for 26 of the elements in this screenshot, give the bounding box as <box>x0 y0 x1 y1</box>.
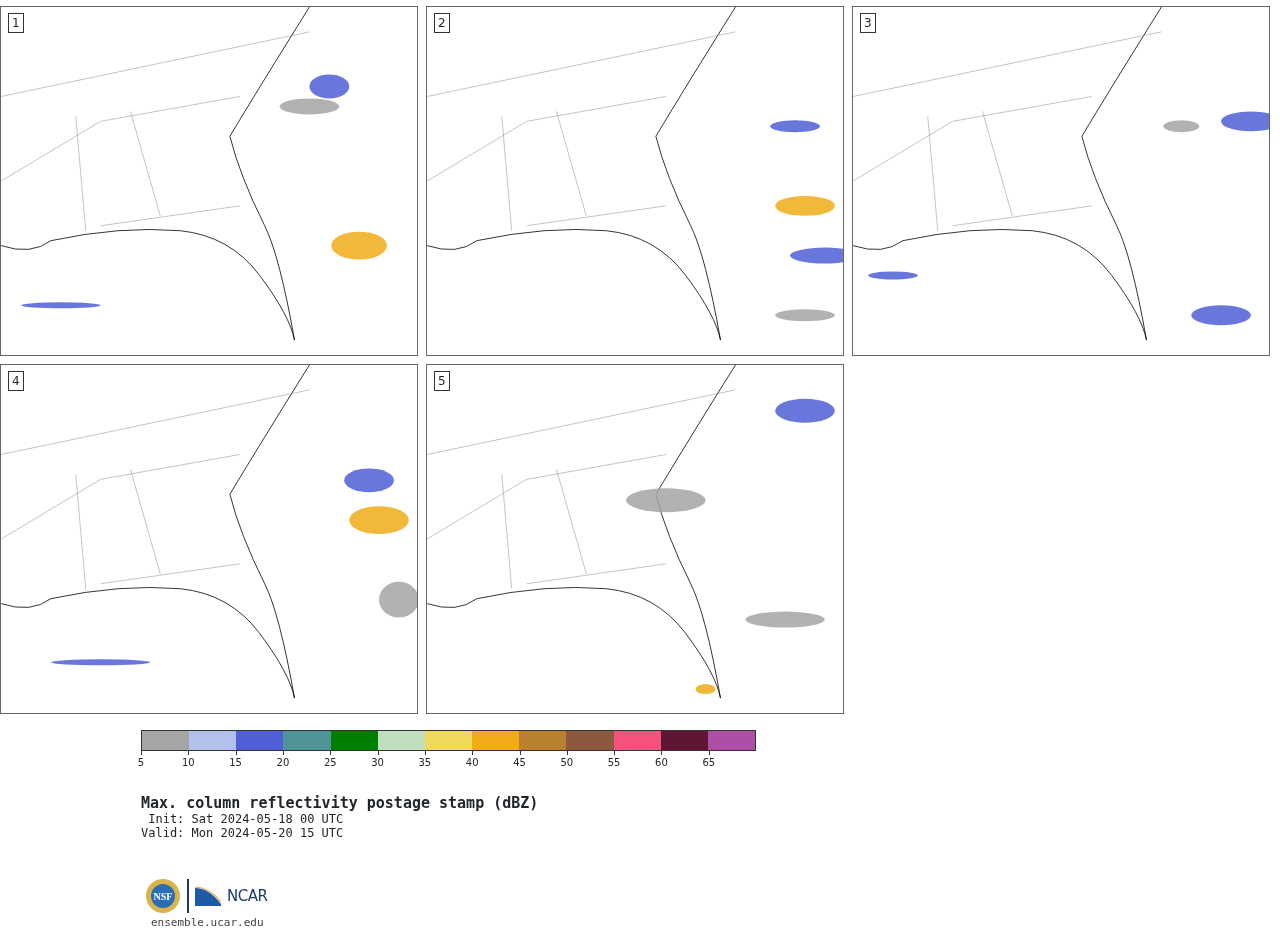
tick-label: 55 <box>607 757 621 769</box>
tick-label: 25 <box>323 757 337 769</box>
site-url: ensemble.ucar.edu <box>151 916 265 930</box>
tick-label: 65 <box>702 757 716 769</box>
tick-label: 40 <box>465 757 479 769</box>
wedge-logo <box>195 886 221 906</box>
tick-label: 60 <box>655 757 668 769</box>
panel-number: 4 <box>8 371 24 391</box>
panel-number: 5 <box>434 371 450 391</box>
init-time: Init: Sat 2024-05-18 00 UTC <box>147 812 345 826</box>
tick-label: 10 <box>181 757 195 769</box>
seal-logo: NSF <box>145 878 181 914</box>
panel-number: 1 <box>8 13 24 33</box>
panel-number: 3 <box>860 13 876 33</box>
tick-label: 20 <box>276 757 290 769</box>
divider-line <box>187 879 189 913</box>
panel-number: 2 <box>434 13 450 33</box>
tick-label: 30 <box>371 757 384 769</box>
tick-label: 50 <box>560 757 574 769</box>
valid-time: Valid: Mon 2024-05-20 15 UTC <box>141 826 345 840</box>
tick-label: 35 <box>418 757 432 769</box>
tick-label: 5 <box>137 757 145 769</box>
tick-label: 15 <box>229 757 242 769</box>
chart-title: Max. column reflectivity postage stamp (dBZ) <box>141 794 540 812</box>
ncar-logo-text: NCAR <box>227 885 268 907</box>
tick-label: 45 <box>513 757 526 769</box>
